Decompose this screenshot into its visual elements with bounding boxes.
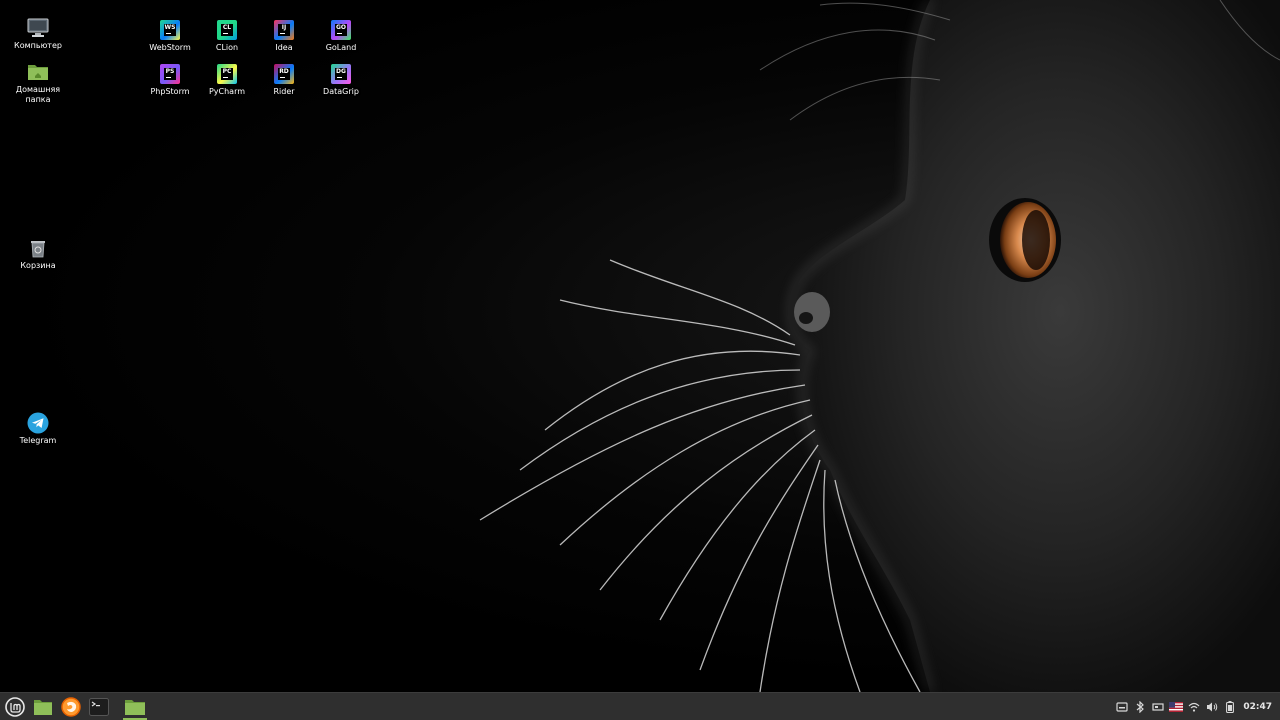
- desktop-icon-goland[interactable]: GO GoLand: [309, 19, 373, 53]
- jetbrains-logo: PS: [160, 64, 180, 84]
- rider-icon: RD: [273, 63, 295, 85]
- keyboard-layout-flag-icon[interactable]: [1167, 693, 1185, 720]
- terminal-launcher[interactable]: [85, 693, 113, 720]
- desktop-icon-label: PyCharm: [208, 87, 246, 96]
- jetbrains-logo-abbr: PC: [221, 68, 233, 80]
- jetbrains-logo-abbr: PS: [164, 68, 176, 80]
- taskbar: 02:47: [0, 692, 1280, 720]
- jetbrains-logo-abbr: WS: [164, 24, 176, 36]
- jetbrains-logo: RD: [274, 64, 294, 84]
- desktop-icon-telegram[interactable]: Telegram: [6, 412, 70, 446]
- desktop-icon-home-folder[interactable]: Домашняя папка: [6, 61, 70, 105]
- jetbrains-logo: IJ: [274, 20, 294, 40]
- files-window-button[interactable]: [119, 693, 151, 720]
- jetbrains-logo: DG: [331, 64, 351, 84]
- desktop-icon-idea[interactable]: IJ Idea: [252, 19, 316, 53]
- desktop-icon-label: Домашняя папка: [15, 85, 61, 104]
- desktop-icon-pycharm[interactable]: PC PyCharm: [195, 63, 259, 97]
- desktop-icon-label: Rider: [273, 87, 295, 96]
- trash-icon: [27, 237, 49, 259]
- desktop[interactable]: Компьютер Домашняя папка Корзина Telegra…: [0, 0, 1280, 692]
- jetbrains-logo-abbr: DG: [335, 68, 347, 80]
- jetbrains-logo-abbr: GO: [335, 24, 347, 36]
- desktop-icon-trash[interactable]: Корзина: [6, 237, 70, 271]
- firefox-launcher[interactable]: [57, 693, 85, 720]
- desktop-icon-label: Telegram: [19, 436, 57, 445]
- terminal-icon: [89, 697, 109, 716]
- clock[interactable]: 02:47: [1239, 702, 1280, 712]
- linux-mint-icon: [5, 696, 25, 717]
- desktop-icon-label: Компьютер: [14, 41, 62, 50]
- volume-icon[interactable]: [1203, 693, 1221, 720]
- desktop-icon-clion[interactable]: CL CLion: [195, 19, 259, 53]
- desktop-icon-label: PhpStorm: [150, 87, 190, 96]
- desktop-icon-label: WebStorm: [149, 43, 191, 52]
- pycharm-icon: PC: [216, 63, 238, 85]
- telegram-icon: [27, 412, 49, 434]
- battery-icon[interactable]: [1221, 693, 1239, 720]
- desktop-icon-datagrip[interactable]: DG DataGrip: [309, 63, 373, 97]
- folder-icon: [34, 699, 52, 715]
- webstorm-icon: WS: [159, 19, 181, 41]
- jetbrains-logo-abbr: RD: [278, 68, 290, 80]
- firefox-icon: [61, 696, 81, 717]
- desktop-icon-label: GoLand: [325, 43, 357, 52]
- desktop-icon-rider[interactable]: RD Rider: [252, 63, 316, 97]
- network-manager-icon[interactable]: [1149, 693, 1167, 720]
- wallpaper-cat-image: [479, 0, 1280, 692]
- desktop-icon-label: Idea: [275, 43, 293, 52]
- desktop-icon-label: CLion: [215, 43, 239, 52]
- desktop-icon-label: Корзина: [20, 261, 56, 270]
- show-desktop-button[interactable]: [29, 693, 57, 720]
- bluetooth-icon[interactable]: [1131, 693, 1149, 720]
- removable-drives-icon[interactable]: [1113, 693, 1131, 720]
- jetbrains-logo-abbr: CL: [221, 24, 233, 36]
- computer-icon: [27, 17, 49, 39]
- jetbrains-logo-abbr: IJ: [278, 24, 290, 36]
- system-tray: 02:47: [1113, 693, 1280, 720]
- desktop-icon-webstorm[interactable]: WS WebStorm: [138, 19, 202, 53]
- desktop-icon-computer[interactable]: Компьютер: [6, 17, 70, 51]
- folder-icon: [125, 699, 145, 715]
- jetbrains-logo: WS: [160, 20, 180, 40]
- wifi-icon[interactable]: [1185, 693, 1203, 720]
- jetbrains-logo: PC: [217, 64, 237, 84]
- desktop-icon-phpstorm[interactable]: PS PhpStorm: [138, 63, 202, 97]
- phpstorm-icon: PS: [159, 63, 181, 85]
- clion-icon: CL: [216, 19, 238, 41]
- idea-icon: IJ: [273, 19, 295, 41]
- goland-icon: GO: [330, 19, 352, 41]
- datagrip-icon: DG: [330, 63, 352, 85]
- jetbrains-logo: GO: [331, 20, 351, 40]
- desktop-icon-label: DataGrip: [323, 87, 359, 96]
- jetbrains-logo: CL: [217, 20, 237, 40]
- menu-button[interactable]: [1, 693, 29, 720]
- home-folder-icon: [27, 61, 49, 83]
